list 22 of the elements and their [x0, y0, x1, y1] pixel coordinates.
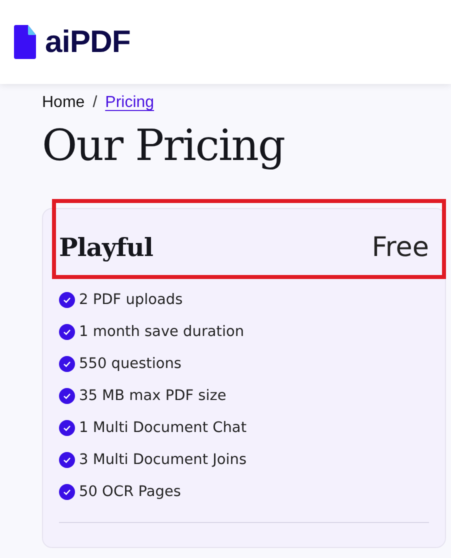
breadcrumb-link[interactable]: Home [42, 94, 85, 112]
feature-text: 35 MB max PDF size [79, 388, 226, 404]
feature-text: 1 month save duration [79, 324, 244, 340]
check-icon [59, 452, 75, 468]
feature-text: 1 Multi Document Chat [79, 420, 247, 436]
feature-text: 2 PDF uploads [79, 292, 183, 308]
document-icon [14, 25, 36, 59]
check-icon [59, 292, 75, 308]
feature-text: 50 OCR Pages [79, 484, 181, 500]
check-icon [59, 420, 75, 436]
breadcrumb-link[interactable]: Pricing [105, 94, 154, 112]
check-icon [59, 388, 75, 404]
check-icon [59, 324, 75, 340]
plan-price: Free [372, 232, 429, 262]
page-title: Our Pricing [42, 120, 286, 173]
logo-text[interactable]: aiPDF [45, 24, 130, 60]
breadcrumb-separator: / [92, 94, 98, 112]
check-icon [59, 356, 75, 372]
check-icon [59, 484, 75, 500]
feature-text: 3 Multi Document Joins [79, 452, 247, 468]
feature-text: 550 questions [79, 356, 182, 372]
plan-name: Playful [59, 232, 153, 262]
